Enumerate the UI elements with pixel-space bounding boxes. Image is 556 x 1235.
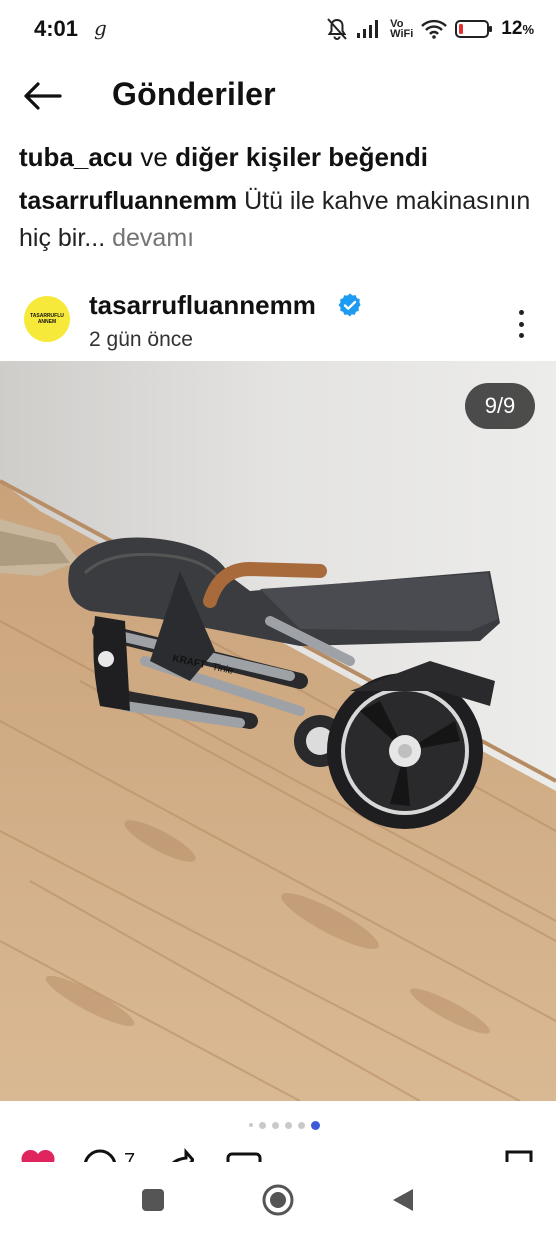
carousel-dot — [284, 1121, 292, 1129]
battery-percent: 12% — [501, 18, 534, 39]
signal-icon — [356, 19, 382, 39]
send-icon[interactable] — [226, 1148, 262, 1162]
post-image[interactable]: KRAFT Tinie 9/9 — [0, 361, 556, 1101]
post-username[interactable]: tasarrufluannemm — [89, 290, 316, 321]
heart-filled-icon[interactable] — [20, 1148, 56, 1162]
post-timestamp: 2 gün önce — [89, 328, 193, 351]
liker-username[interactable]: tuba_acu — [19, 142, 133, 172]
likes-connector: ve — [140, 142, 168, 172]
avatar-logo-text: TASARRUFLU ANNEM — [30, 313, 64, 325]
more-dot-icon — [518, 333, 524, 338]
back-button[interactable] — [20, 76, 64, 116]
bookmark-icon[interactable] — [504, 1148, 534, 1162]
verified-badge-icon — [338, 293, 361, 317]
image-counter: 9/9 — [465, 383, 535, 429]
carousel-dot — [271, 1121, 279, 1129]
likes-summary[interactable]: tuba_acu ve diğer kişiler beğendi — [19, 142, 428, 173]
app-header: Gönderiler — [0, 62, 556, 132]
post-header: TASARRUFLU ANNEM tasarrufluannemm 2 gün ö… — [0, 282, 556, 360]
vowifi-label: Vo WiFi — [390, 18, 414, 40]
more-dot-icon — [518, 310, 524, 315]
carousel-dot — [297, 1121, 305, 1129]
carousel-dot-active — [310, 1120, 320, 1130]
notification-glyph: g — [94, 16, 107, 40]
post-caption[interactable]: tasarrufluannemm Ütü ile kahve makinasın… — [19, 183, 539, 257]
home-button[interactable] — [260, 1182, 296, 1218]
carousel-dot — [248, 1123, 253, 1127]
post-actions: 7 — [0, 1148, 556, 1162]
status-icons: Vo WiFi 12% — [326, 14, 534, 44]
caption-more-link[interactable]: devamı — [112, 224, 194, 252]
home-circle-icon — [262, 1184, 294, 1216]
battery-low-icon — [455, 19, 493, 39]
back-triangle-icon — [393, 1189, 413, 1211]
comment-count: 7 — [124, 1150, 136, 1162]
status-bar: 4:01 g Vo WiFi 12% — [0, 0, 556, 60]
nav-back-button[interactable] — [385, 1182, 421, 1218]
carousel-dot — [258, 1121, 266, 1129]
recents-square-icon — [142, 1189, 164, 1211]
mute-icon — [326, 17, 348, 41]
page-title: Gönderiler — [112, 76, 276, 112]
arrow-left-icon — [24, 82, 62, 110]
carousel-indicator — [0, 1118, 556, 1132]
likes-others-link[interactable]: diğer kişiler beğendi — [175, 142, 428, 172]
avatar[interactable]: TASARRUFLU ANNEM — [24, 296, 70, 342]
system-nav-bar — [0, 1162, 556, 1235]
share-icon[interactable] — [162, 1148, 194, 1162]
more-dot-icon — [518, 321, 524, 327]
caption-username[interactable]: tasarrufluannemm — [19, 187, 237, 215]
wifi-icon — [421, 19, 448, 39]
status-time: 4:01 — [34, 16, 79, 41]
recents-button[interactable] — [135, 1182, 171, 1218]
more-options-button[interactable] — [506, 306, 536, 342]
stroller-photo: KRAFT Tinie — [0, 361, 556, 1101]
comment-icon[interactable] — [82, 1148, 118, 1162]
